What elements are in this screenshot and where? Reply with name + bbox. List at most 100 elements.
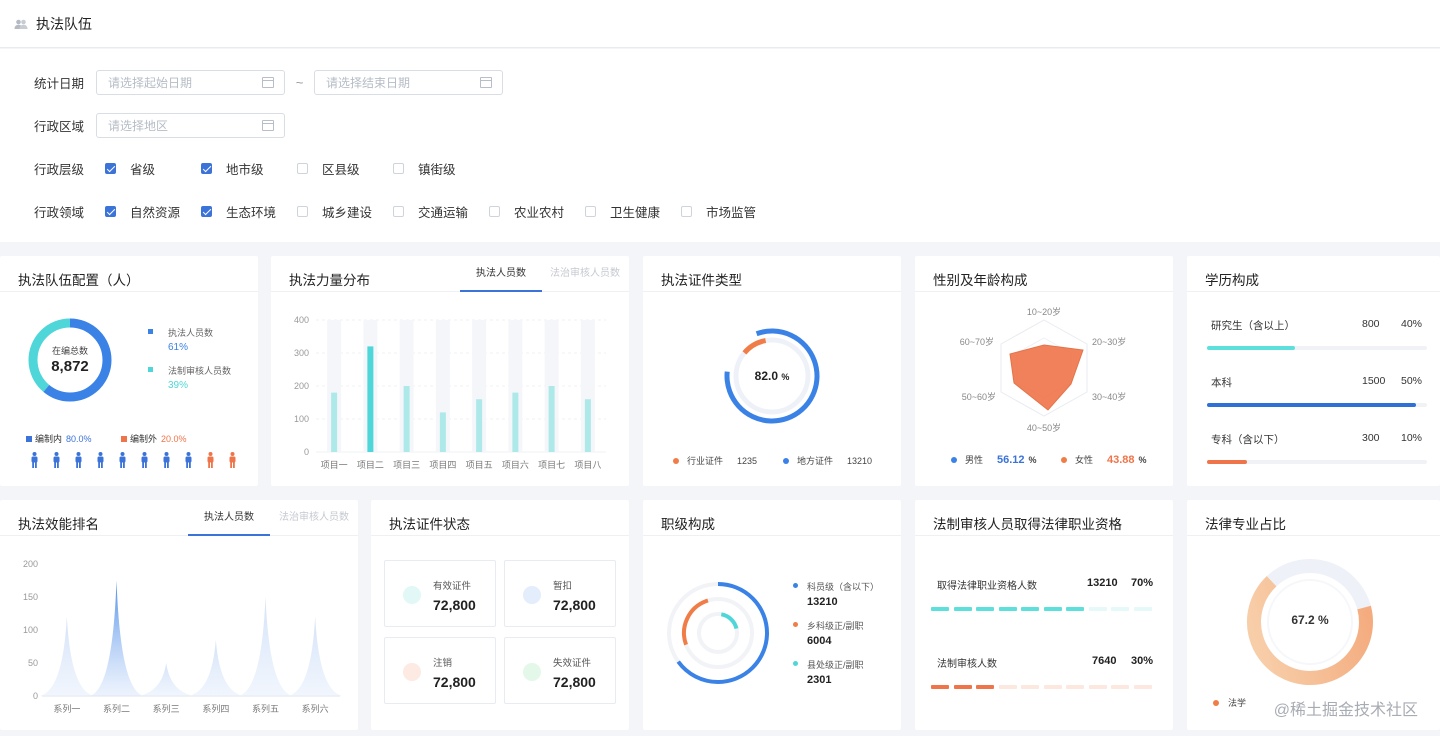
cert-box-cancelled[interactable]: 注销 72,800 [384,637,496,704]
checkbox-box[interactable] [585,205,596,217]
checkbox-2[interactable]: 城乡建设 [297,202,393,221]
region-select[interactable]: 请选择地区 [96,112,285,138]
cert-box-valid[interactable]: 有效证件 72,800 [384,560,496,627]
checkbox-0[interactable]: 省级 [105,159,201,178]
checkbox-3[interactable]: 镇街级 [393,159,489,178]
start-date-input[interactable]: 请选择起始日期 [96,69,285,95]
cert-box-expired[interactable]: 失效证件 72,800 [504,637,616,704]
axis-label: 40~50岁 [1027,422,1061,433]
y-tick-label: 100 [294,414,309,424]
card-title: 执法证件状态 [389,517,470,532]
x-tick-label: 项目三 [393,460,420,470]
law-major-gauge [1247,559,1373,685]
valid-cert-icon [403,586,421,604]
page-title: 执法队伍 [36,15,92,32]
tab-reviewers[interactable]: 法治审核人员数 [542,256,628,292]
checkbox-3[interactable]: 交通运输 [393,202,489,221]
x-tick-label: 系列二 [103,703,130,714]
rank-card: 职级构成 科员级（含以下） 13210 乡科级正/副职 6004 县处级正/副职 2301 [643,500,901,730]
checkbox-box[interactable] [201,162,212,174]
checkbox-box[interactable] [297,162,308,174]
checkbox-1[interactable]: 生态环境 [201,202,297,221]
y-tick-label: 0 [33,691,38,701]
bar [439,412,446,452]
force-distribution-card: 执法力量分布 执法人员数 法治审核人员数 0 100 200 300 400 项目一 项目二… [271,256,629,486]
checkbox-6[interactable]: 市场监管 [681,202,777,221]
row1-value: 13210 [1087,577,1118,589]
bar-segment [931,607,949,611]
x-tick-label: 项目八 [574,460,601,470]
level-checkboxes: 省级 地市级 区县级 镇街级 [96,159,489,178]
legend-male: 男性 56.12% [951,453,1037,466]
checkbox-label: 交通运输 [418,205,469,220]
axis-label: 60~70岁 [960,336,994,347]
y-tick-label: 200 [23,559,38,569]
area-peak [89,580,144,696]
bar-segment [1021,685,1039,689]
edu-label: 专科（含以下） [1211,434,1285,446]
cert-box-suspended[interactable]: 暂扣 72,800 [504,560,616,627]
tab-reviewers[interactable]: 法治审核人员数 [270,500,358,536]
bar [476,399,483,452]
person-icon [75,452,82,468]
checkbox-4[interactable]: 农业农村 [489,202,585,221]
x-tick-label: 项目六 [502,459,529,470]
bar-segment [931,685,949,689]
calendar-icon [262,76,274,88]
legend-local: 地方证件 13210 [783,454,872,467]
end-date-input[interactable]: 请选择结束日期 [314,69,503,95]
checkbox-label: 省级 [130,162,156,177]
force-tabs: 执法人员数 法治审核人员数 [460,256,628,292]
checkbox-0[interactable]: 自然资源 [105,202,201,221]
within-legend: 编制内 80.0% [26,432,92,445]
row2-segment-bar [931,685,1156,689]
card-title: 学历构成 [1205,273,1259,288]
suspended-icon [523,586,541,604]
person-icon [119,452,126,468]
checkbox-box[interactable] [393,205,404,217]
checkbox-box[interactable] [489,205,500,217]
checkbox-label: 市场监管 [706,205,757,220]
tab-staff[interactable]: 执法人员数 [460,256,542,292]
checkbox-label: 地市级 [226,162,264,177]
bar [403,386,410,452]
card-title: 执法证件类型 [661,273,742,288]
bar-chart: 0 100 200 300 400 项目一 项目二 项目三 项目四 项目五 项目六 项目七 项目八 [294,315,606,470]
tab-staff[interactable]: 执法人员数 [188,500,270,536]
cert-type-card: 执法证件类型 82.0 % 行业证件 1235 地方证件 13210 [643,256,901,486]
checkbox-1[interactable]: 地市级 [201,159,297,178]
edu-count: 800 [1362,318,1380,330]
x-tick-label: 系列五 [252,703,279,714]
center-value: 8,872 [51,358,89,375]
x-tick-label: 项目二 [357,460,384,470]
checkbox-box[interactable] [105,205,116,217]
edu-track [1207,460,1427,464]
gender-age-card: 性别及年龄构成 10~20岁 20~30岁 30~40岁 40~50岁 50~6… [915,256,1173,486]
region-filter-row: 行政区域 请选择地区 [34,112,285,138]
checkbox-5[interactable]: 卫生健康 [585,202,681,221]
gauge-value: 67.2 % [1291,613,1329,627]
edu-fill [1207,403,1416,407]
law-qualification-card: 法制审核人员取得法律职业资格 取得法律职业资格人数 13210 70% 法制审核… [915,500,1173,730]
checkbox-label: 农业农村 [514,205,565,220]
checkbox-box[interactable] [681,205,692,217]
edu-pct: 40% [1400,318,1422,330]
x-tick-label: 项目五 [466,460,493,470]
checkbox-box[interactable] [297,205,308,217]
checkbox-box[interactable] [201,205,212,217]
row2-pct: 30% [1131,655,1154,667]
y-tick-label: 50 [28,658,38,668]
checkbox-2[interactable]: 区县级 [297,159,393,178]
rank-rings [667,582,769,684]
edu-pct: 10% [1400,432,1422,444]
checkbox-box[interactable] [393,162,404,174]
row1-segment-bar [931,607,1156,611]
efficiency-card: 执法效能排名 执法人员数 法治审核人员数 0 50 100 150 200 系列一 系列二 系… [0,500,358,730]
y-tick-label: 0 [304,447,309,457]
x-tick-label: 系列六 [302,703,329,714]
checkbox-label: 区县级 [322,162,360,177]
checkbox-box[interactable] [105,162,116,174]
outside-legend: 编制外 20.0% [121,432,187,445]
person-icon [185,452,192,468]
area-peak [238,597,293,696]
